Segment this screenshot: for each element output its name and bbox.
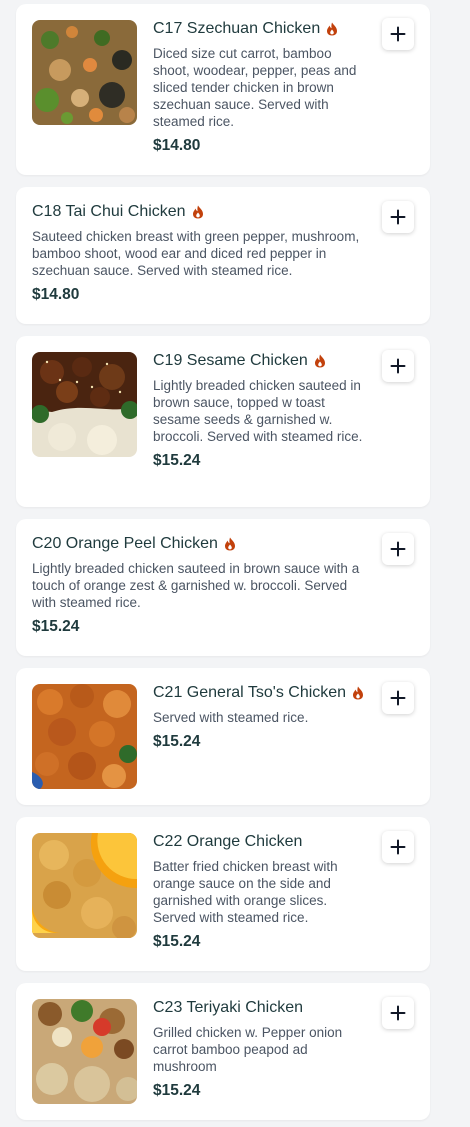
menu-item-price: $14.80: [153, 137, 201, 154]
orange-chicken-photo: [32, 833, 137, 938]
menu-item-description: Grilled chicken w. Pepper onion carrot b…: [153, 1025, 343, 1074]
menu-item-card[interactable]: C20 Orange Peel Chicken Lightly breaded …: [16, 519, 430, 656]
menu-item-description: Lightly breaded chicken sauteed in brown…: [153, 378, 363, 444]
menu-item-title-row: C21 General Tso's Chicken: [153, 682, 368, 704]
menu-item-content: C21 General Tso's Chicken Served with st…: [153, 682, 368, 751]
menu-item-card[interactable]: C19 Sesame Chicken Lightly breaded chick…: [16, 336, 430, 507]
add-to-cart-button[interactable]: [382, 682, 414, 714]
menu-item-description: Diced size cut carrot, bamboo shoot, woo…: [153, 46, 357, 129]
menu-item-name: C23 Teriyaki Chicken: [153, 999, 303, 1016]
plus-icon: [390, 209, 406, 225]
menu-item-price: $15.24: [153, 452, 201, 469]
add-to-cart-button[interactable]: [382, 201, 414, 233]
menu-item-card[interactable]: C21 General Tso's Chicken Served with st…: [16, 668, 430, 805]
menu-item-content: C23 Teriyaki Chicken Grilled chicken w. …: [153, 997, 368, 1100]
menu-item-price: $15.24: [153, 733, 201, 750]
plus-icon: [390, 690, 406, 706]
menu-item-title-row: C17 Szechuan Chicken: [153, 18, 368, 40]
plus-icon: [390, 1005, 406, 1021]
menu-item-name: C22 Orange Chicken: [153, 833, 303, 850]
menu-item-content: C19 Sesame Chicken Lightly breaded chick…: [153, 350, 368, 470]
menu-item-name: C18 Tai Chui Chicken: [32, 203, 186, 220]
menu-item-card[interactable]: C22 Orange Chicken Batter fried chicken …: [16, 817, 430, 971]
menu-item-list: C17 Szechuan Chicken Diced size cut carr…: [0, 0, 470, 1127]
add-to-cart-button[interactable]: [382, 533, 414, 565]
sesame-chicken-photo: [32, 352, 137, 457]
menu-item-card[interactable]: C18 Tai Chui Chicken Sauteed chicken bre…: [16, 187, 430, 324]
menu-item-content: C17 Szechuan Chicken Diced size cut carr…: [153, 18, 368, 155]
menu-item-content: C20 Orange Peel Chicken Lightly breaded …: [32, 533, 368, 636]
plus-icon: [390, 839, 406, 855]
menu-item-title-row: C19 Sesame Chicken: [153, 350, 368, 372]
menu-item-title-row: C18 Tai Chui Chicken: [32, 201, 368, 223]
menu-item-title-row: C22 Orange Chicken: [153, 831, 368, 853]
menu-item-description: Batter fried chicken breast with orange …: [153, 859, 338, 925]
add-to-cart-button[interactable]: [382, 18, 414, 50]
general-tsos-chicken-photo: [32, 684, 137, 789]
plus-icon: [390, 358, 406, 374]
menu-item-price: $15.24: [153, 1082, 201, 1099]
plus-icon: [390, 26, 406, 42]
menu-item-price: $15.24: [153, 933, 201, 950]
add-to-cart-button[interactable]: [382, 350, 414, 382]
menu-item-name: C20 Orange Peel Chicken: [32, 535, 218, 552]
flame-icon: [192, 205, 204, 219]
menu-item-name: C21 General Tso's Chicken: [153, 684, 347, 701]
flame-icon: [352, 686, 364, 700]
add-to-cart-button[interactable]: [382, 997, 414, 1029]
menu-item-name: C19 Sesame Chicken: [153, 352, 308, 369]
flame-icon: [224, 537, 236, 551]
menu-item-card[interactable]: C17 Szechuan Chicken Diced size cut carr…: [16, 4, 430, 175]
menu-item-description: Sauteed chicken breast with green pepper…: [32, 229, 360, 278]
menu-item-title-row: C23 Teriyaki Chicken: [153, 997, 368, 1019]
menu-item-card[interactable]: C23 Teriyaki Chicken Grilled chicken w. …: [16, 983, 430, 1120]
menu-item-description: Lightly breaded chicken sauteed in brown…: [32, 561, 360, 610]
add-to-cart-button[interactable]: [382, 831, 414, 863]
flame-icon: [326, 22, 338, 36]
plus-icon: [390, 541, 406, 557]
menu-item-price: $15.24: [32, 618, 80, 635]
menu-item-content: C22 Orange Chicken Batter fried chicken …: [153, 831, 368, 951]
menu-item-content: C18 Tai Chui Chicken Sauteed chicken bre…: [32, 201, 368, 304]
menu-item-price: $14.80: [32, 286, 80, 303]
szechuan-chicken-photo: [32, 20, 137, 125]
teriyaki-chicken-photo: [32, 999, 137, 1104]
flame-icon: [314, 354, 326, 368]
menu-item-title-row: C20 Orange Peel Chicken: [32, 533, 368, 555]
menu-item-name: C17 Szechuan Chicken: [153, 20, 321, 37]
menu-item-description: Served with steamed rice.: [153, 710, 309, 725]
